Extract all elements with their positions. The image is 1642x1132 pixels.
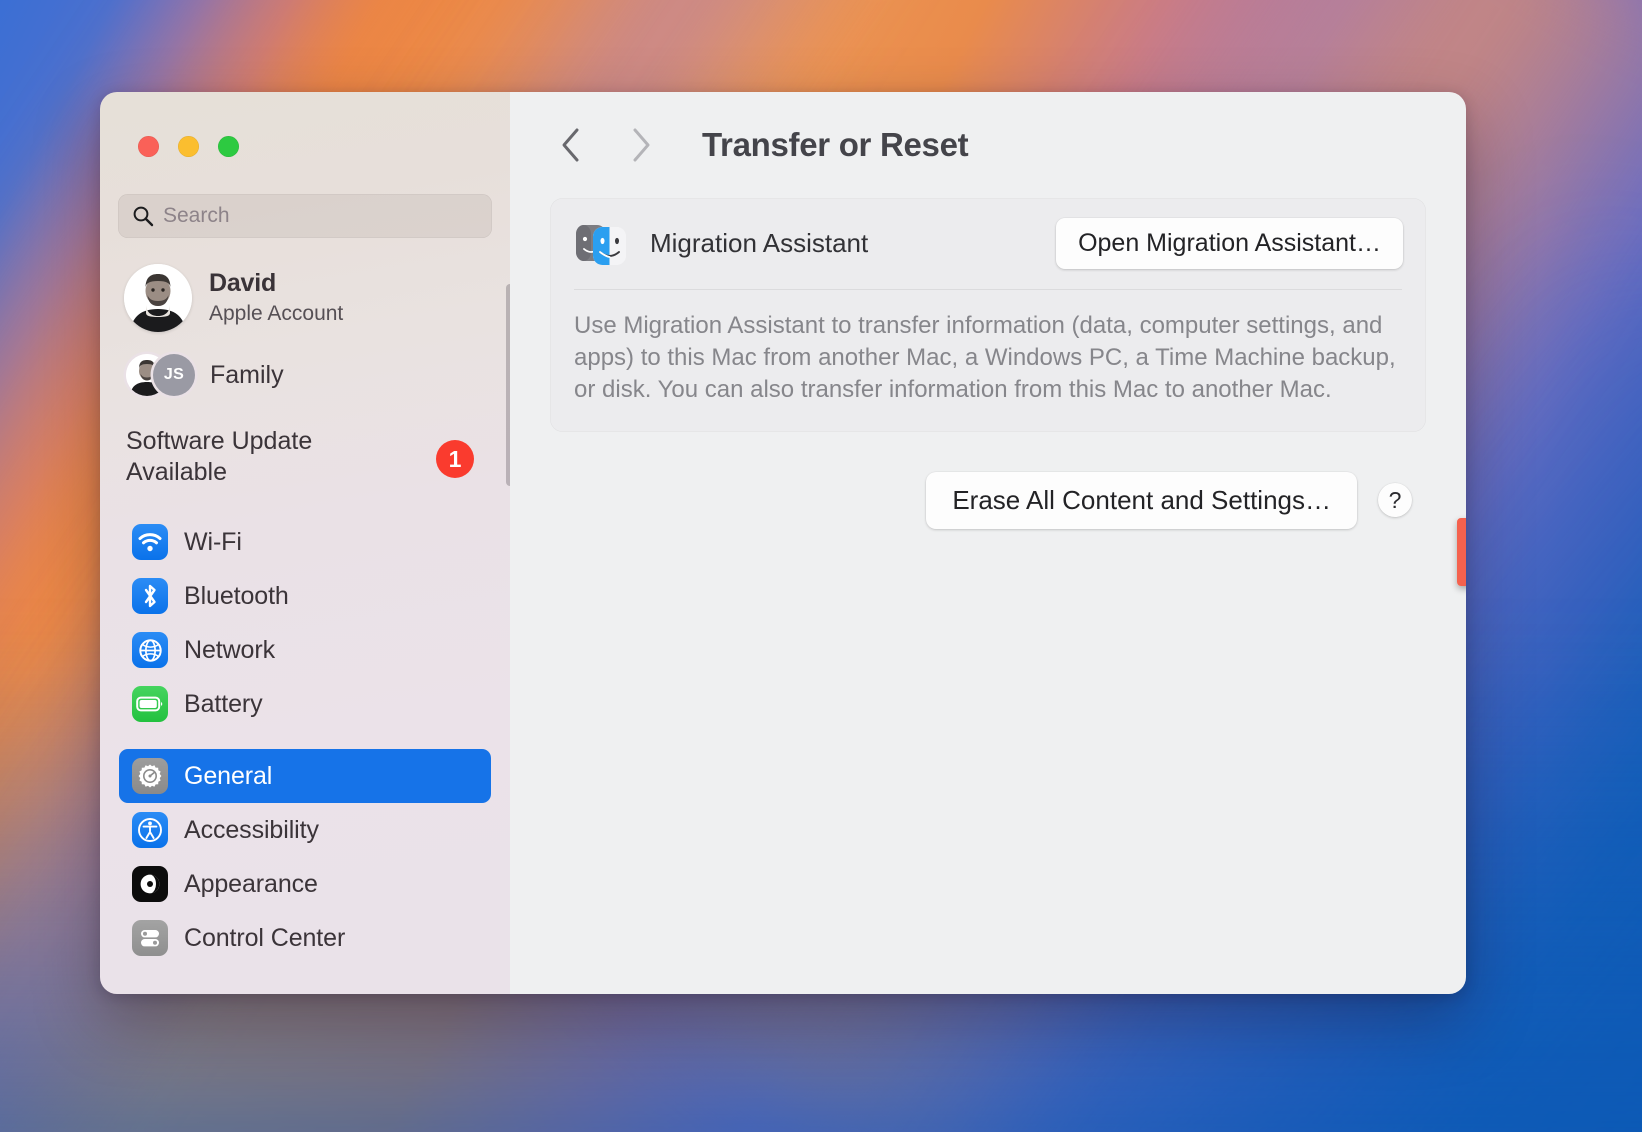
- chevron-right-icon: [633, 128, 650, 162]
- close-button[interactable]: [138, 136, 159, 157]
- sidebar-item-general-label: General: [184, 761, 273, 790]
- search-input[interactable]: [163, 204, 478, 228]
- sidebar-item-general[interactable]: General: [119, 749, 491, 803]
- desktop-wallpaper: David Apple Account: [0, 0, 1642, 1132]
- migration-assistant-description: Use Migration Assistant to transfer info…: [574, 312, 1396, 403]
- migration-assistant-card: Migration Assistant Open Migration Assis…: [550, 198, 1426, 432]
- sidebar-item-network[interactable]: Network: [119, 623, 491, 677]
- search-field[interactable]: [118, 194, 492, 238]
- sidebar-item-battery[interactable]: Battery: [119, 677, 491, 731]
- sidebar-item-family-label: Family: [210, 360, 284, 389]
- sidebar-item-accessibility-label: Accessibility: [184, 815, 319, 844]
- family-avatar-initials: JS: [153, 354, 195, 396]
- sidebar-item-wi-fi-label: Wi-Fi: [184, 527, 242, 556]
- migration-assistant-icon: [574, 221, 628, 267]
- sidebar: David Apple Account: [100, 92, 510, 994]
- user-avatar: [124, 264, 192, 332]
- account-subtitle: Apple Account: [209, 301, 344, 325]
- family-avatars: JS: [126, 354, 196, 396]
- sidebar-item-control-center-label: Control Center: [184, 923, 346, 952]
- page-title: Transfer or Reset: [702, 126, 969, 163]
- network-globe-icon: [132, 632, 168, 668]
- appearance-icon: [132, 866, 168, 902]
- sidebar-item-bluetooth[interactable]: Bluetooth: [119, 569, 491, 623]
- forward-button[interactable]: [620, 124, 662, 166]
- bluetooth-icon: [132, 578, 168, 614]
- help-button[interactable]: ?: [1378, 483, 1412, 518]
- open-migration-assistant-button[interactable]: Open Migration Assistant…: [1056, 218, 1403, 269]
- window-controls: [100, 92, 510, 157]
- sidebar-item-bluetooth-label: Bluetooth: [184, 581, 289, 610]
- minimize-button[interactable]: [178, 136, 199, 157]
- chevron-left-icon: [562, 128, 579, 162]
- sidebar-item-apple-account[interactable]: David Apple Account: [100, 256, 510, 340]
- software-update-label: Software Update Available: [126, 427, 313, 486]
- migration-assistant-label: Migration Assistant: [650, 228, 869, 258]
- wifi-icon: [132, 524, 168, 560]
- erase-all-content-and-settings-button[interactable]: Erase All Content and Settings…: [926, 471, 1357, 529]
- sidebar-item-appearance-label: Appearance: [184, 869, 318, 898]
- sidebar-item-control-center[interactable]: Control Center: [119, 911, 491, 965]
- search-icon: [132, 205, 154, 227]
- pane-content: Migration Assistant Open Migration Assis…: [510, 198, 1466, 529]
- sidebar-item-accessibility[interactable]: Accessibility: [119, 803, 491, 857]
- account-name: David: [209, 269, 277, 298]
- software-update-badge: 1: [436, 440, 474, 478]
- erase-row: Erase All Content and Settings… ?: [550, 471, 1426, 529]
- sidebar-nav-list: Wi-Fi Bluetooth Network Battery General …: [100, 515, 510, 965]
- battery-icon: [132, 686, 168, 722]
- sidebar-item-battery-label: Battery: [184, 689, 263, 718]
- sidebar-item-network-label: Network: [184, 635, 275, 664]
- pane-toolbar: Transfer or Reset: [510, 92, 1466, 198]
- migration-assistant-row: Migration Assistant Open Migration Assis…: [550, 198, 1426, 289]
- back-button[interactable]: [550, 124, 592, 166]
- sidebar-item-family[interactable]: JS Family: [100, 346, 510, 404]
- sidebar-item-appearance[interactable]: Appearance: [119, 857, 491, 911]
- sidebar-item-wi-fi[interactable]: Wi-Fi: [119, 515, 491, 569]
- sidebar-item-software-update[interactable]: Software Update Available 1: [100, 404, 510, 497]
- accessibility-icon: [132, 812, 168, 848]
- main-pane: Transfer or Reset Migration Assistant Op…: [510, 92, 1466, 994]
- maximize-button[interactable]: [218, 136, 239, 157]
- system-settings-window: David Apple Account: [100, 92, 1466, 994]
- control-center-icon: [132, 920, 168, 956]
- sidebar-scroll-area: David Apple Account JS Family Software U…: [100, 256, 510, 994]
- gear-icon: [132, 758, 168, 794]
